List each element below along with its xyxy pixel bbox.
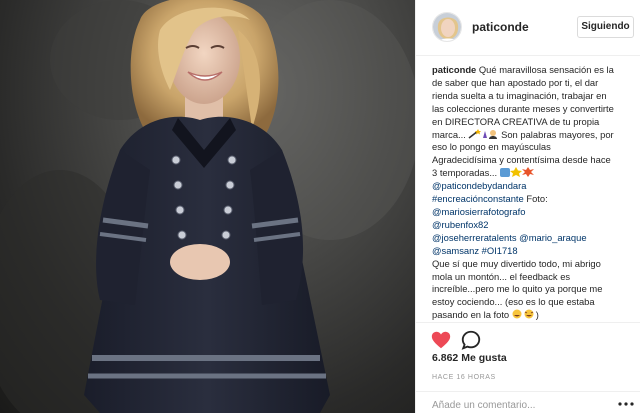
- comment-input[interactable]: [432, 398, 612, 412]
- heart-icon[interactable]: [430, 329, 452, 351]
- magic-wand-emoji-icon: [468, 128, 498, 139]
- emoji-group-icon: [499, 167, 534, 178]
- mention-joseherreratalents[interactable]: @joseherreratalents: [432, 232, 517, 243]
- caption-line-12: #encreaciónconstante Foto:: [432, 193, 548, 205]
- caption-line-5: en DIRECTORA CREATIVA de tu propia: [432, 115, 600, 127]
- photo-illustration: [0, 0, 415, 413]
- comment-icon[interactable]: [460, 329, 482, 351]
- caption-line-17: @samsanz #OI1718: [432, 245, 636, 258]
- caption-line-4: las colecciones durante meses y converti…: [432, 102, 614, 114]
- caption-line-6: marca... Son palabras mayores, por: [432, 128, 614, 140]
- mention-mariosierrafotografo[interactable]: @mariosierrafotografo: [432, 206, 636, 219]
- laughing-emoji-icon: [512, 309, 534, 319]
- post-header: paticonde Siguiendo: [416, 0, 640, 56]
- mention-samsanz[interactable]: @samsanz: [432, 245, 479, 256]
- post-photo[interactable]: [0, 0, 415, 413]
- avatar[interactable]: [432, 12, 462, 42]
- caption-line-9: 3 temporadas...: [432, 167, 636, 180]
- caption-line-22: pasando en la foto ): [432, 309, 539, 321]
- comment-icon-graphic: [461, 330, 481, 350]
- caption-username[interactable]: paticonde: [432, 64, 476, 75]
- more-options-icon-graphic: [618, 402, 634, 406]
- heart-icon-graphic: [431, 331, 451, 349]
- caption-line-8: Agradecidísima y contentísima desde hace: [432, 154, 611, 166]
- more-options-icon[interactable]: [617, 397, 635, 409]
- caption-line-21: estoy cociendo... (eso es lo que estaba: [432, 296, 595, 308]
- following-button[interactable]: Siguiendo: [577, 16, 634, 38]
- caption-line-18: Que sí que muy divertido todo, mi abrigo: [432, 257, 601, 269]
- caption-line-19: mola un montón... el feedback es: [432, 270, 571, 282]
- caption-line-2: de saber que han apostado por ti, el dar: [432, 76, 599, 88]
- post-actions: 6.862 Me gusta HACE 16 HORAS: [416, 322, 640, 412]
- hashtag-oi1718[interactable]: #OI1718: [482, 245, 518, 256]
- add-comment-row: [416, 391, 640, 413]
- likes-count[interactable]: 6.862 Me gusta: [432, 352, 507, 364]
- post-timestamp[interactable]: HACE 16 HORAS: [432, 374, 496, 381]
- hashtag-encreacionconstante[interactable]: #encreaciónconstante: [432, 193, 524, 204]
- mention-rubenfox82[interactable]: @rubenfox82: [432, 219, 636, 232]
- mention-mario-araque[interactable]: @mario_araque: [519, 232, 586, 243]
- caption-line-16: @joseherreratalents @mario_araque: [432, 232, 636, 245]
- caption-line-3: rienda suelta a tu imaginación, trabajar…: [432, 89, 607, 101]
- caption-line-7: eso lo pongo en mayúsculas: [432, 141, 551, 153]
- post-side-panel: paticonde Siguiendo paticonde Qué maravi…: [415, 0, 640, 413]
- instagram-post: paticonde Siguiendo paticonde Qué maravi…: [0, 0, 640, 413]
- avatar-image: [433, 13, 461, 41]
- caption-line-20: increíble...pero me lo quito ya porque m…: [432, 283, 603, 295]
- mention-paticondebydandara[interactable]: @paticondebydandara: [432, 180, 636, 193]
- caption-line-1: paticonde Qué maravillosa sensación es l…: [432, 64, 614, 75]
- post-username[interactable]: paticonde: [472, 20, 529, 34]
- caption: paticonde Qué maravillosa sensación es l…: [432, 64, 636, 322]
